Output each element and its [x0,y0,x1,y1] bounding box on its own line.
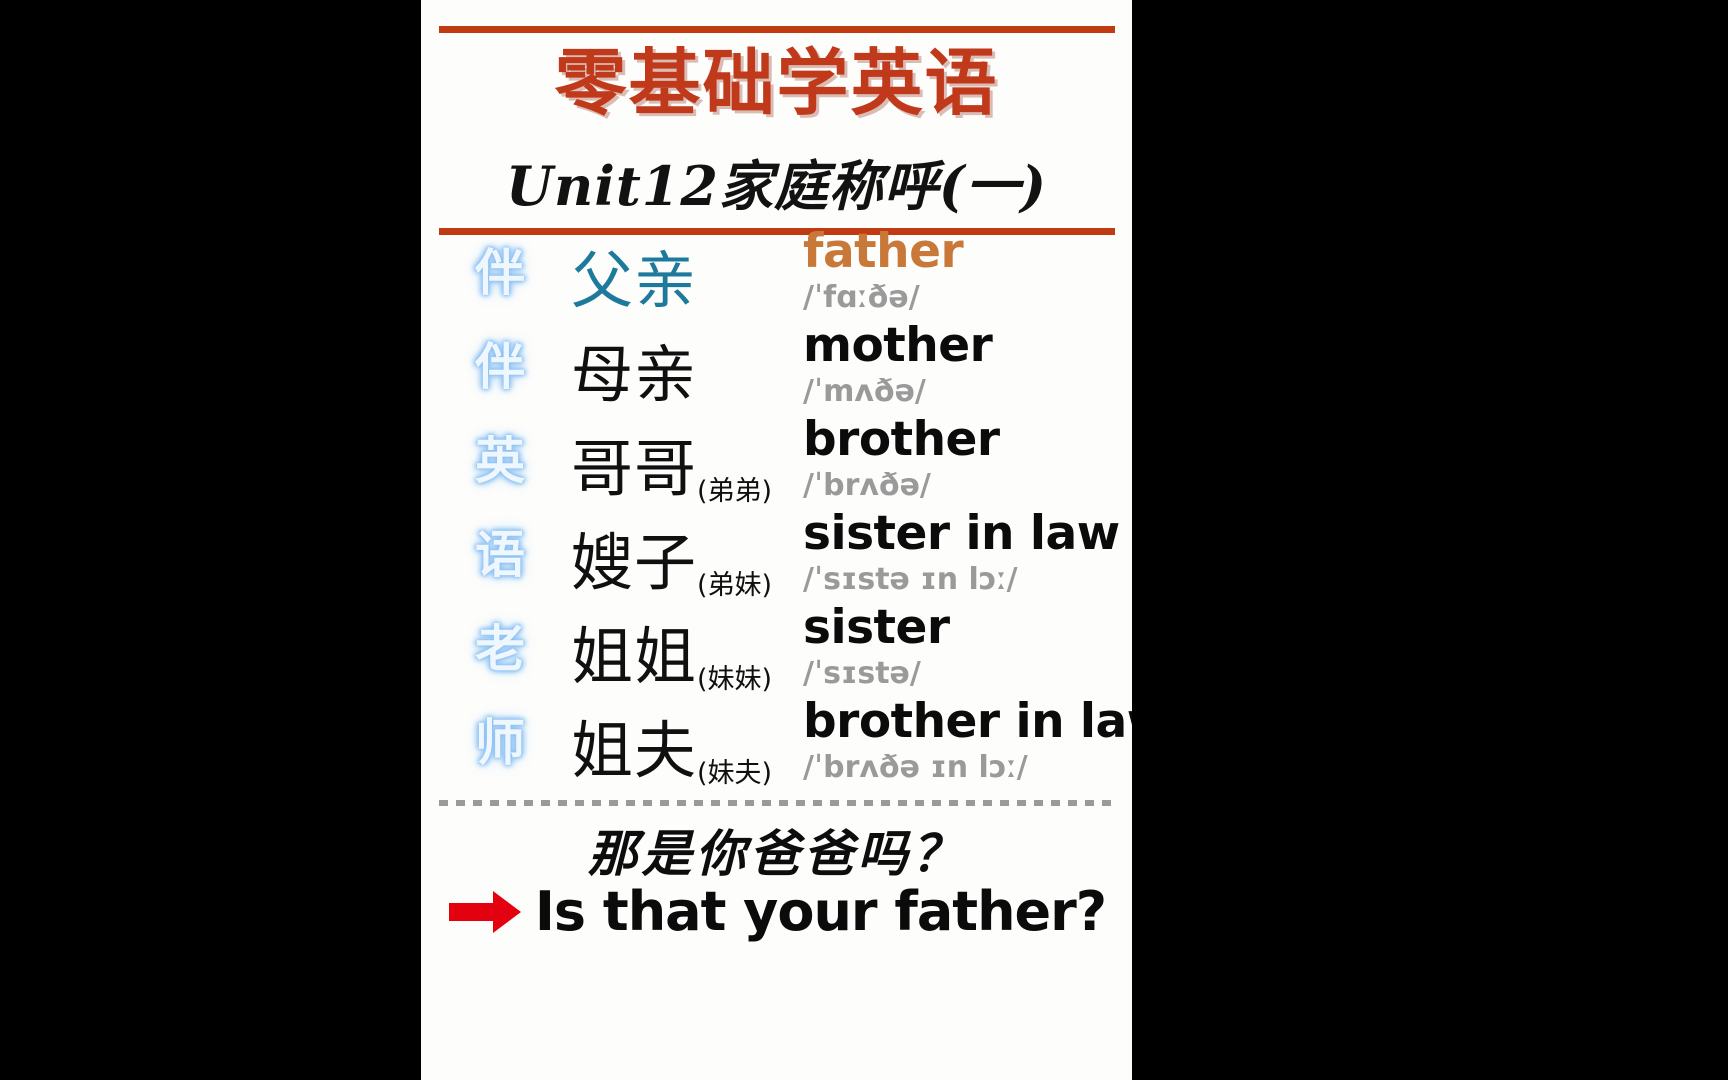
watermark-char: 师 [475,714,525,772]
chinese-word: 哥哥(弟弟) [571,418,772,508]
watermark-char: 英 [475,432,525,490]
chinese-word: 父亲 [571,230,697,320]
vocabulary-list: 伴 父亲 father /ˈfɑːðə/ 伴 母亲 mother /ˈmʌðə/… [421,224,1132,796]
chinese-word-note: (弟妹) [697,570,773,601]
ipa-transcription: /ˈbrʌðə/ [803,468,931,503]
ipa-transcription: /ˈfɑːðə/ [803,280,920,315]
vocab-row[interactable]: 师 姐夫(妹夫) brother in law /ˈbrʌðə ɪn lɔː/ [421,694,1132,800]
chinese-word: 姐姐(妹妹) [571,606,772,696]
english-word: mother [803,318,993,373]
example-chinese-sentence: 那是你爸爸吗？ [587,824,966,883]
chinese-word-text: 父亲 [571,244,698,317]
watermark-char: 老 [475,620,525,678]
vocab-row[interactable]: 老 姐姐(妹妹) sister /ˈsɪstə/ [421,600,1132,706]
chinese-word: 姐夫(妹夫) [571,700,772,790]
page-subtitle: Unit12家庭称呼(一) [505,154,1048,218]
chinese-word-text: 嫂子 [571,526,698,599]
ipa-transcription: /ˈmʌðə/ [803,374,926,409]
ipa-transcription: /ˈbrʌðə ɪn lɔː/ [803,750,1028,785]
english-word: brother in law [803,694,1132,749]
english-word: sister [803,600,950,655]
chinese-word: 嫂子(弟妹) [571,512,772,602]
watermark-char: 伴 [475,244,525,302]
chinese-word-text: 姐夫 [571,714,698,787]
english-word: brother [803,412,1000,467]
watermark-char: 语 [475,526,525,584]
chinese-word-note: (妹夫) [697,758,773,789]
chinese-word-note: (弟弟) [697,476,773,507]
vocab-row[interactable]: 英 哥哥(弟弟) brother /ˈbrʌðə/ [421,412,1132,518]
page-title: 零基础学英语 [554,40,999,125]
vocab-row[interactable]: 伴 母亲 mother /ˈmʌðə/ [421,318,1132,424]
header-divider-rule [439,228,1115,235]
ipa-transcription: /ˈsɪstə ɪn lɔː/ [803,562,1018,597]
dotted-divider [439,800,1115,806]
english-word: father [803,224,964,279]
chinese-word-text: 哥哥 [571,432,698,505]
chinese-word-note: (妹妹) [697,664,773,695]
chinese-word: 母亲 [571,324,697,414]
vocab-row[interactable]: 伴 父亲 father /ˈfɑːðə/ [421,224,1132,330]
example-english-sentence: Is that your father? [534,880,1107,943]
ipa-transcription: /ˈsɪstə/ [803,656,921,691]
english-word: sister in law [803,506,1120,561]
chinese-word-text: 姐姐 [571,620,698,693]
watermark-char: 伴 [475,338,525,396]
vocab-row[interactable]: 语 嫂子(弟妹) sister in law /ˈsɪstə ɪn lɔː/ [421,506,1132,612]
chinese-word-text: 母亲 [571,338,698,411]
screen: 零基础学英语 Unit12家庭称呼(一) 伴 父亲 father /ˈfɑːðə… [0,0,1728,1080]
example-english-row: Is that your father? [421,880,1132,943]
right-arrow-icon [448,890,521,933]
lesson-card: 零基础学英语 Unit12家庭称呼(一) 伴 父亲 father /ˈfɑːðə… [421,0,1132,1080]
top-divider-rule [439,26,1115,33]
